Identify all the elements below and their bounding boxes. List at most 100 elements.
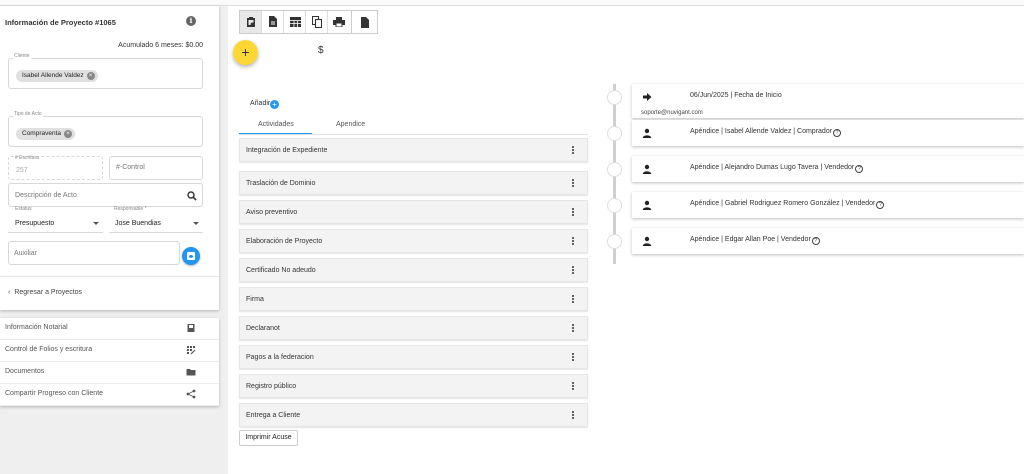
activity-item[interactable]: Integración de Expediente bbox=[239, 138, 588, 162]
activity-label: Pagos a la federacion bbox=[246, 354, 314, 361]
project-info-card: Información de Proyecto #1065 i Acumulad… bbox=[0, 6, 219, 310]
timeline-entry[interactable]: Apéndice | Alejandro Dumas Lugo Tavera |… bbox=[632, 156, 1024, 182]
info-icon[interactable]: i bbox=[186, 16, 196, 26]
remove-act-type-icon[interactable]: × bbox=[64, 130, 73, 138]
book-icon bbox=[187, 324, 195, 332]
activity-item[interactable]: Elaboración de Proyecto bbox=[239, 229, 588, 253]
act-type-label: Tipo de Acto bbox=[13, 111, 43, 117]
activity-item[interactable]: Registro público bbox=[239, 374, 588, 398]
page-title: Información de Proyecto #1065 bbox=[5, 18, 116, 27]
back-to-projects-link[interactable]: ‹ Regresar a Proyectos bbox=[8, 289, 82, 296]
descripcion-placeholder: Descripción de Acto bbox=[15, 192, 77, 199]
side-menu: Información Notarial Control de Folios y… bbox=[0, 318, 219, 406]
activity-label: Declaranot bbox=[246, 325, 280, 332]
active-tab-indicator bbox=[239, 133, 312, 134]
more-vert-icon[interactable] bbox=[572, 207, 575, 219]
tab-apendice[interactable]: Apendice bbox=[336, 121, 365, 128]
clipboard-icon bbox=[247, 17, 255, 27]
side-menu-item-documentos[interactable]: Documentos bbox=[0, 362, 219, 384]
save-button[interactable] bbox=[182, 247, 200, 265]
activity-label: Integración de Expediente bbox=[246, 147, 328, 154]
auxiliar-placeholder: Auxiliar bbox=[14, 250, 37, 257]
side-menu-item-informacion-notarial[interactable]: Información Notarial bbox=[0, 318, 219, 340]
help-icon[interactable]: ? bbox=[855, 165, 864, 173]
side-menu-item-control-folios[interactable]: Control de Folios y escritura bbox=[0, 340, 219, 362]
control-field[interactable]: #-Control bbox=[109, 156, 203, 180]
arrow-right-icon bbox=[643, 93, 652, 101]
more-vert-icon[interactable] bbox=[572, 236, 575, 248]
more-vert-icon[interactable] bbox=[572, 294, 575, 306]
person-icon bbox=[642, 128, 652, 138]
client-field[interactable]: Cliente Isabel Allende Valdez × bbox=[8, 53, 203, 89]
responsable-value: Jose Buendias bbox=[115, 220, 161, 227]
add-circle-icon[interactable]: + bbox=[270, 100, 279, 109]
activity-item[interactable]: Declaranot bbox=[239, 316, 588, 340]
auxiliar-field[interactable]: Auxiliar bbox=[8, 241, 180, 265]
person-icon bbox=[642, 236, 652, 246]
toolbar bbox=[239, 10, 352, 34]
side-menu-item-compartir[interactable]: Compartir Progreso con Cliente bbox=[0, 384, 219, 406]
escritura-field[interactable]: # Escritura 257 bbox=[8, 155, 103, 180]
activity-item[interactable]: Entrega a Cliente bbox=[239, 403, 588, 427]
timeline-text: Apéndice | Gabriel Rodriguez Romero Gonz… bbox=[690, 200, 876, 207]
more-vert-icon[interactable] bbox=[572, 178, 575, 190]
activity-item[interactable]: Aviso preventivo bbox=[239, 200, 588, 224]
help-icon[interactable]: ? bbox=[833, 129, 842, 137]
more-vert-icon[interactable] bbox=[572, 323, 575, 335]
timeline-entry[interactable]: Apéndice | Gabriel Rodriguez Romero Gonz… bbox=[632, 192, 1024, 218]
activity-item[interactable]: Traslación de Dominio bbox=[239, 171, 588, 195]
client-label: Cliente bbox=[13, 53, 31, 59]
search-icon[interactable] bbox=[187, 191, 197, 201]
timeline-text-wrap: Apéndice | Gabriel Rodriguez Romero Gonz… bbox=[690, 200, 885, 209]
status-value: Presupuesto bbox=[15, 220, 55, 227]
status-select[interactable]: Presupuesto bbox=[8, 211, 103, 233]
more-vert-icon[interactable] bbox=[572, 410, 575, 422]
act-type-chip[interactable]: Compraventa × bbox=[16, 128, 76, 140]
back-label: Regresar a Proyectos bbox=[14, 289, 83, 296]
act-type-field[interactable]: Tipo de Acto Compraventa × bbox=[8, 111, 203, 147]
control-placeholder: #-Control bbox=[116, 164, 145, 171]
side-menu-label: Control de Folios y escritura bbox=[5, 346, 93, 353]
timeline-text-wrap: Apéndice | Alejandro Dumas Lugo Tavera |… bbox=[690, 164, 864, 173]
activity-item[interactable]: Pagos a la federacion bbox=[239, 345, 588, 369]
file-button[interactable] bbox=[262, 11, 284, 33]
document-icon bbox=[361, 17, 369, 28]
timeline-text: Apéndice | Edgar Allan Poe | Vendedor bbox=[690, 236, 811, 243]
add-fab-button[interactable]: + bbox=[233, 40, 258, 65]
print-icon bbox=[333, 17, 345, 27]
copy-button[interactable] bbox=[306, 11, 328, 33]
remove-client-icon[interactable]: × bbox=[86, 72, 95, 80]
escritura-label: # Escritura bbox=[15, 155, 39, 161]
activity-label: Certificado No adeudo bbox=[246, 267, 316, 274]
file-icon bbox=[269, 16, 277, 27]
tab-actividades[interactable]: Actividades bbox=[258, 121, 294, 128]
more-vert-icon[interactable] bbox=[572, 381, 575, 393]
help-icon[interactable]: ? bbox=[876, 201, 885, 209]
print-receipt-button[interactable]: Imprimir Acuse bbox=[239, 430, 298, 446]
timeline-node bbox=[607, 126, 622, 141]
table-button[interactable] bbox=[284, 11, 306, 33]
side-menu-label: Documentos bbox=[5, 368, 45, 375]
dollar-icon[interactable]: $ bbox=[318, 45, 324, 56]
tab-divider bbox=[239, 134, 588, 135]
help-icon[interactable]: ? bbox=[811, 237, 820, 245]
timeline-text: 06/Jun/2025 | Fecha de Inicio bbox=[690, 92, 782, 99]
print-button[interactable] bbox=[328, 11, 350, 33]
more-vert-icon[interactable] bbox=[572, 265, 575, 277]
add-label[interactable]: Añadir bbox=[250, 100, 270, 107]
timeline-entry[interactable]: Apéndice | Edgar Allan Poe | Vendedor? bbox=[632, 228, 1024, 254]
client-chip[interactable]: Isabel Allende Valdez × bbox=[16, 70, 98, 82]
responsable-select[interactable]: Jose Buendias bbox=[109, 211, 203, 233]
activity-item[interactable]: Firma bbox=[239, 287, 588, 311]
activity-item[interactable]: Certificado No adeudo bbox=[239, 258, 588, 282]
descripcion-field[interactable]: Descripción de Acto bbox=[8, 183, 203, 207]
divider bbox=[0, 276, 219, 277]
timeline-entry[interactable]: Apéndice | Isabel Allende Valdez | Compr… bbox=[632, 120, 1024, 146]
activity-label: Elaboración de Proyecto bbox=[246, 238, 323, 245]
more-vert-icon[interactable] bbox=[572, 145, 575, 157]
more-vert-icon[interactable] bbox=[572, 352, 575, 364]
document-button[interactable] bbox=[352, 10, 378, 34]
clipboard-button[interactable] bbox=[240, 11, 262, 33]
timeline-text-wrap: Apéndice | Edgar Allan Poe | Vendedor? bbox=[690, 236, 820, 245]
side-menu-label: Compartir Progreso con Cliente bbox=[5, 390, 104, 397]
